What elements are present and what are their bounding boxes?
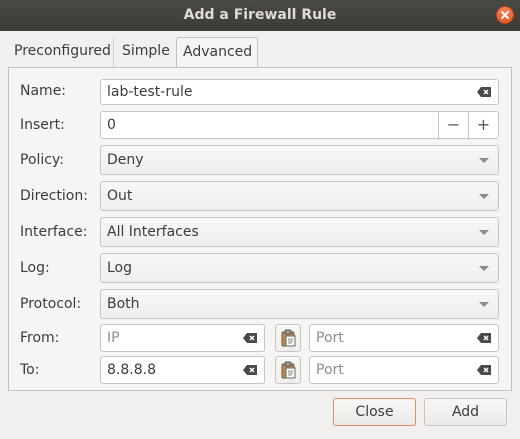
direction-label: Direction: — [20, 188, 88, 204]
policy-label: Policy: — [20, 152, 64, 168]
close-button[interactable]: Close — [333, 398, 416, 426]
tab-preconfigured[interactable]: Preconfigured — [8, 37, 114, 67]
clear-icon[interactable] — [477, 86, 492, 98]
chevron-down-icon — [479, 266, 489, 271]
protocol-value: Both — [107, 296, 140, 312]
insert-label: Insert: — [20, 117, 65, 133]
interface-label: Interface: — [20, 224, 88, 240]
add-button[interactable]: Add — [424, 398, 507, 426]
log-label: Log: — [20, 260, 50, 276]
window-close-button[interactable] — [496, 6, 514, 24]
policy-select[interactable]: Deny — [100, 145, 499, 175]
from-paste-button[interactable] — [275, 324, 301, 352]
clipboard-icon — [281, 329, 296, 347]
direction-select[interactable]: Out — [100, 181, 499, 211]
clear-icon[interactable] — [477, 332, 492, 344]
interface-value: All Interfaces — [107, 224, 199, 240]
chevron-down-icon — [479, 230, 489, 235]
insert-value: 0 — [107, 117, 116, 133]
chevron-down-icon — [479, 158, 489, 163]
name-label: Name: — [20, 83, 67, 99]
clipboard-icon — [281, 361, 296, 379]
to-paste-button[interactable] — [275, 356, 301, 384]
from-ip-placeholder: IP — [107, 330, 120, 346]
chevron-down-icon — [479, 302, 489, 307]
direction-value: Out — [107, 188, 133, 204]
clear-icon[interactable] — [243, 364, 258, 376]
clear-icon[interactable] — [477, 364, 492, 376]
from-ip-field[interactable]: IP — [100, 324, 265, 352]
to-port-placeholder: Port — [316, 362, 344, 378]
from-port-field[interactable]: Port — [309, 324, 499, 352]
log-select[interactable]: Log — [100, 253, 499, 283]
tab-advanced[interactable]: Advanced — [176, 37, 258, 68]
tab-simple[interactable]: Simple — [116, 37, 176, 67]
clear-icon[interactable] — [243, 332, 258, 344]
name-field[interactable]: lab-test-rule — [100, 79, 499, 105]
chevron-down-icon — [479, 194, 489, 199]
title-bar: Add a Firewall Rule — [0, 0, 520, 31]
protocol-label: Protocol: — [20, 296, 82, 312]
to-label: To: — [20, 362, 40, 378]
decrement-button[interactable]: − — [438, 112, 468, 140]
protocol-select[interactable]: Both — [100, 289, 499, 319]
log-value: Log — [107, 260, 133, 276]
insert-stepper[interactable]: 0 − + — [100, 111, 499, 140]
to-ip-field[interactable]: 8.8.8.8 — [100, 356, 265, 384]
from-label: From: — [20, 330, 60, 346]
from-port-placeholder: Port — [316, 330, 344, 346]
window-title: Add a Firewall Rule — [183, 7, 337, 23]
to-port-field[interactable]: Port — [309, 356, 499, 384]
interface-select[interactable]: All Interfaces — [100, 217, 499, 247]
to-ip-value: 8.8.8.8 — [107, 362, 156, 378]
policy-value: Deny — [107, 152, 144, 168]
increment-button[interactable]: + — [468, 112, 498, 140]
name-value: lab-test-rule — [107, 84, 193, 100]
